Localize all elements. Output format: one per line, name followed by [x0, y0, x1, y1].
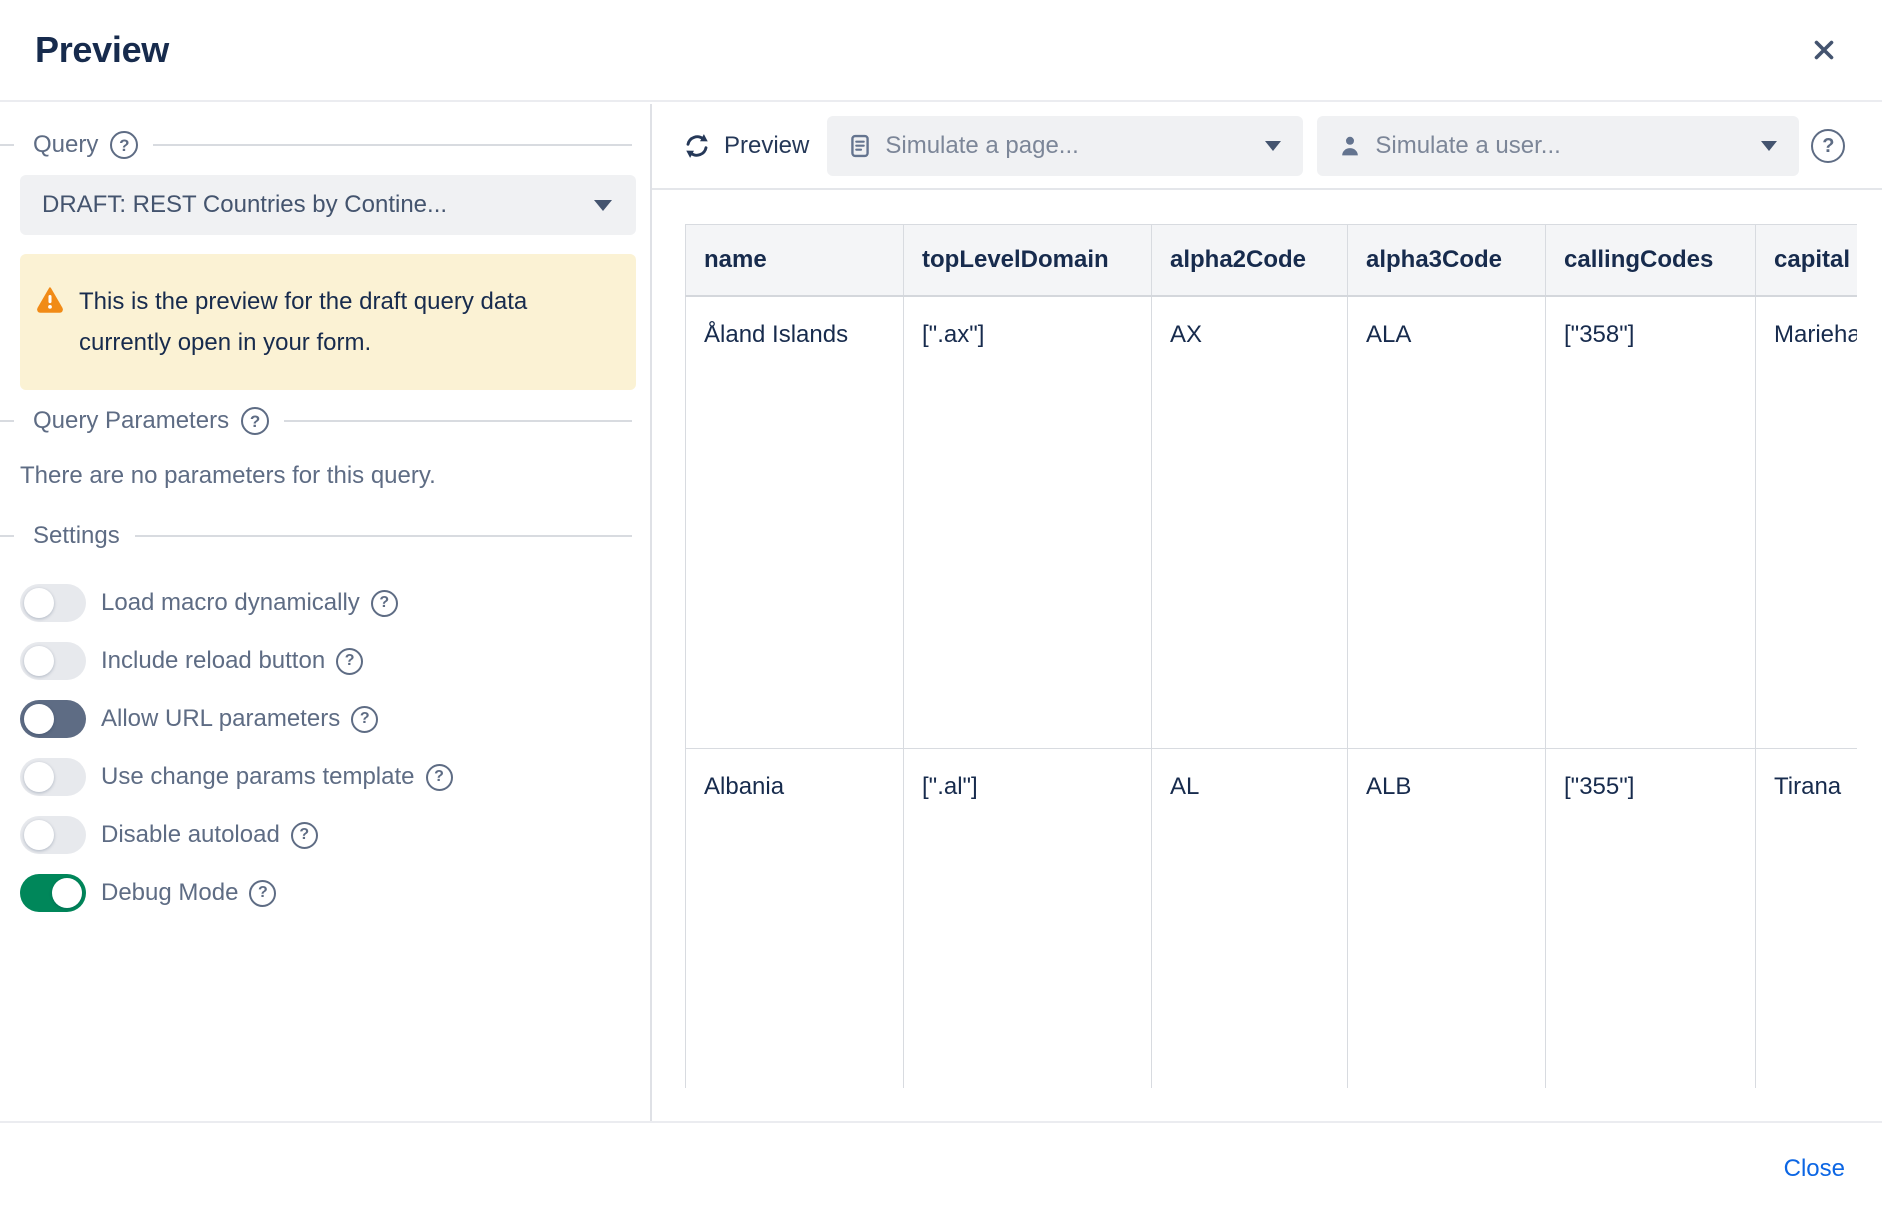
- close-button[interactable]: Close: [1784, 1155, 1845, 1183]
- load-macro-dynamically-toggle[interactable]: [20, 584, 86, 622]
- include-reload-button-help-icon[interactable]: ?: [336, 648, 363, 675]
- column-header-alpha2code: alpha2Code: [1152, 225, 1348, 297]
- modal-footer: Close: [0, 1121, 1882, 1214]
- table-row: Åland Islands [".ax"] AX ALA ["358"] Mar…: [686, 296, 1858, 748]
- allow-url-parameters-toggle[interactable]: [20, 700, 86, 738]
- disable-autoload-help-icon[interactable]: ?: [291, 822, 318, 849]
- refresh-icon: [683, 132, 711, 160]
- toolbar-help-icon[interactable]: ?: [1811, 129, 1845, 163]
- right-panel: Preview Simulate a page...: [652, 104, 1882, 1121]
- simulate-page-placeholder: Simulate a page...: [885, 132, 1078, 160]
- cell-capital: Mariehamn: [1756, 296, 1858, 748]
- cell-alpha3code: ALB: [1348, 748, 1546, 1088]
- debug-mode-toggle[interactable]: [20, 874, 86, 912]
- chevron-down-icon: [594, 200, 612, 211]
- results-table: name topLevelDomain alpha2Code alpha3Cod…: [685, 224, 1857, 1088]
- preview-toolbar: Preview Simulate a page...: [652, 104, 1882, 190]
- allow-url-parameters-help-icon[interactable]: ?: [351, 706, 378, 733]
- use-change-params-template-help-icon[interactable]: ?: [426, 764, 453, 791]
- table-row: Albania [".al"] AL ALB ["355"] Tirana: [686, 748, 1858, 1088]
- cell-topleveldomain: [".ax"]: [904, 296, 1152, 748]
- user-icon: [1337, 133, 1363, 159]
- toggle-row-disable-autoload: Disable autoload ?: [20, 811, 634, 859]
- debug-mode-help-icon[interactable]: ?: [249, 880, 276, 907]
- cell-callingcodes: ["355"]: [1546, 748, 1756, 1088]
- include-reload-button-toggle[interactable]: [20, 642, 86, 680]
- cell-topleveldomain: [".al"]: [904, 748, 1152, 1088]
- warning-text: This is the preview for the draft query …: [79, 281, 612, 363]
- toggle-row-use-change-params-template: Use change params template ?: [20, 753, 634, 801]
- page-icon: [847, 133, 873, 159]
- query-section-legend: Query ?: [0, 130, 634, 160]
- cell-name: Albania: [686, 748, 904, 1088]
- params-section-legend: Query Parameters ?: [0, 406, 634, 436]
- column-header-callingcodes: callingCodes: [1546, 225, 1756, 297]
- use-change-params-template-toggle[interactable]: [20, 758, 86, 796]
- simulate-user-placeholder: Simulate a user...: [1375, 132, 1560, 160]
- cell-name: Åland Islands: [686, 296, 904, 748]
- settings-section-legend: Settings: [0, 521, 634, 551]
- toggle-row-debug-mode: Debug Mode ?: [20, 869, 634, 917]
- cell-alpha3code: ALA: [1348, 296, 1546, 748]
- query-select[interactable]: DRAFT: REST Countries by Contine...: [20, 175, 636, 235]
- simulate-page-select[interactable]: Simulate a page...: [827, 116, 1303, 176]
- preview-modal: Preview Query ? DRAFT: REST Countries by…: [0, 0, 1882, 1214]
- disable-autoload-toggle[interactable]: [20, 816, 86, 854]
- settings-toggle-list: Load macro dynamically ? Include reload …: [20, 579, 634, 917]
- settings-legend-label: Settings: [33, 522, 120, 550]
- query-legend-label: Query: [33, 131, 98, 159]
- modal-header: Preview: [0, 0, 1882, 102]
- cell-callingcodes: ["358"]: [1546, 296, 1756, 748]
- toggle-row-include-reload-button: Include reload button ?: [20, 637, 634, 685]
- modal-body: Query ? DRAFT: REST Countries by Contine…: [0, 104, 1882, 1121]
- left-panel: Query ? DRAFT: REST Countries by Contine…: [0, 104, 652, 1121]
- column-header-capital: capital: [1756, 225, 1858, 297]
- params-legend-label: Query Parameters: [33, 407, 229, 435]
- chevron-down-icon: [1761, 141, 1777, 151]
- cell-capital: Tirana: [1756, 748, 1858, 1088]
- toggle-row-allow-url-parameters: Allow URL parameters ?: [20, 695, 634, 743]
- column-header-name: name: [686, 225, 904, 297]
- refresh-preview-button[interactable]: Preview: [683, 132, 809, 160]
- results-table-scroll-area[interactable]: name topLevelDomain alpha2Code alpha3Cod…: [685, 224, 1857, 1088]
- query-help-icon[interactable]: ?: [110, 131, 138, 159]
- close-icon[interactable]: [1802, 28, 1846, 72]
- query-select-value: DRAFT: REST Countries by Contine...: [42, 191, 447, 219]
- cell-alpha2code: AL: [1152, 748, 1348, 1088]
- no-params-text: There are no parameters for this query.: [20, 462, 634, 490]
- page-title: Preview: [35, 29, 169, 71]
- toggle-row-load-macro-dynamically: Load macro dynamically ?: [20, 579, 634, 627]
- column-header-alpha3code: alpha3Code: [1348, 225, 1546, 297]
- load-macro-dynamically-help-icon[interactable]: ?: [371, 590, 398, 617]
- warning-icon: [36, 285, 64, 318]
- cell-alpha2code: AX: [1152, 296, 1348, 748]
- column-header-topleveldomain: topLevelDomain: [904, 225, 1152, 297]
- draft-warning-banner: This is the preview for the draft query …: [20, 254, 636, 390]
- table-header-row: name topLevelDomain alpha2Code alpha3Cod…: [686, 225, 1858, 297]
- simulate-user-select[interactable]: Simulate a user...: [1317, 116, 1799, 176]
- params-help-icon[interactable]: ?: [241, 407, 269, 435]
- close-x-glyph: [1809, 35, 1839, 65]
- chevron-down-icon: [1265, 141, 1281, 151]
